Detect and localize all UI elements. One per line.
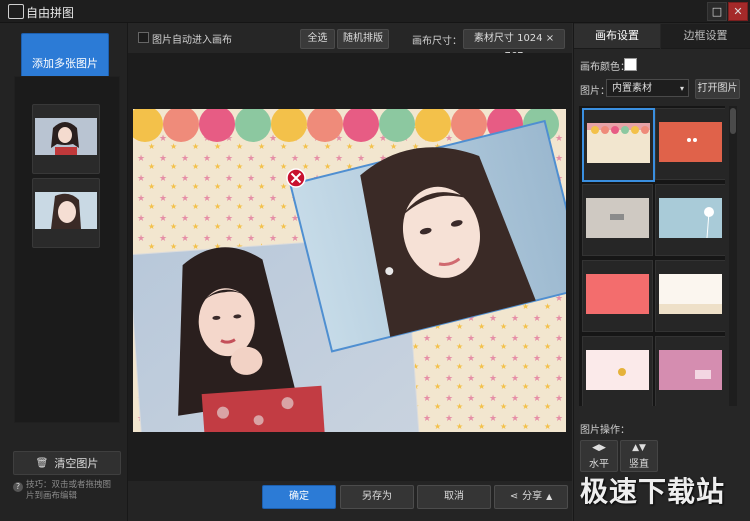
bg-thumb-8[interactable] bbox=[655, 336, 725, 406]
bg-thumb-2[interactable] bbox=[655, 108, 725, 180]
window-title: 自由拼图 bbox=[26, 6, 75, 20]
image-ops-label: 图片操作： bbox=[580, 425, 630, 436]
share-button[interactable]: ⋖ 分享 ▲ bbox=[494, 485, 568, 509]
flip-horizontal-label: 水平 bbox=[589, 459, 609, 470]
thumbnail-2[interactable] bbox=[32, 178, 100, 248]
thumbnail-list bbox=[14, 76, 120, 423]
bg-preview-4 bbox=[659, 198, 722, 238]
app-icon bbox=[8, 4, 24, 19]
bg-thumb-6[interactable] bbox=[655, 260, 725, 332]
bg-thumb-3[interactable] bbox=[582, 184, 653, 256]
bg-preview-6 bbox=[659, 274, 722, 314]
select-all-button[interactable]: 全选 bbox=[300, 29, 335, 49]
bg-thumb-7[interactable] bbox=[582, 336, 653, 406]
auto-enter-checkbox[interactable] bbox=[138, 32, 149, 43]
image-source-value: 内置素材 bbox=[612, 83, 652, 94]
bg-preview-7 bbox=[586, 350, 649, 390]
site-watermark: 极速下载站 bbox=[580, 475, 726, 508]
tip-line-1: 技巧：双击或者拖拽图 bbox=[26, 480, 112, 490]
bg-thumb-5[interactable] bbox=[582, 260, 653, 332]
clear-images-button[interactable]: 🗑 清空图片 bbox=[13, 451, 121, 475]
tip-text: 技巧：双击或者拖拽图 片到画布编辑 bbox=[26, 480, 126, 502]
share-label: 分享 bbox=[522, 491, 543, 502]
flip-vertical-icon: ▲▼ bbox=[632, 443, 646, 453]
ok-button[interactable]: 确定 bbox=[262, 485, 336, 509]
save-as-button[interactable]: 另存为 bbox=[340, 485, 414, 509]
thumbnail-1[interactable] bbox=[32, 104, 100, 174]
image-source-select[interactable]: 内置素材 ▾ bbox=[606, 79, 689, 97]
collage-artwork: ★ ★ bbox=[133, 109, 566, 432]
share-icon: ⋖ bbox=[509, 491, 519, 502]
background-thumbnail-grid bbox=[579, 106, 725, 406]
tab-canvas-settings[interactable]: 画布设置 bbox=[574, 24, 660, 49]
scrollbar-thumb[interactable] bbox=[730, 108, 736, 134]
canvas-color-swatch[interactable] bbox=[624, 58, 637, 71]
tab-border-settings[interactable]: 边框设置 bbox=[661, 24, 750, 49]
photo-thumbnail-1 bbox=[35, 118, 97, 155]
open-image-button[interactable]: 打开图片 bbox=[695, 79, 740, 99]
bg-thumb-4[interactable] bbox=[655, 184, 725, 256]
canvas-size-label: 画布尺寸： bbox=[412, 36, 462, 47]
bg-preview-2 bbox=[659, 122, 722, 162]
caret-up-icon: ▲ bbox=[546, 492, 553, 501]
close-button[interactable]: ✕ bbox=[728, 2, 748, 21]
trash-icon: 🗑 bbox=[35, 457, 49, 469]
photo-thumbnail-2 bbox=[35, 192, 97, 229]
flip-vertical-button[interactable]: ▲▼ 竖直 bbox=[620, 440, 658, 472]
cancel-button[interactable]: 取消 bbox=[417, 485, 491, 509]
random-layout-button[interactable]: 随机排版 bbox=[337, 29, 389, 49]
auto-enter-label: 图片自动进入画布 bbox=[152, 35, 232, 46]
canvas-color-label: 画布颜色： bbox=[580, 62, 630, 73]
dropdown-arrow-icon: ▾ bbox=[679, 84, 684, 93]
maximize-button[interactable]: □ bbox=[707, 2, 727, 21]
flip-vertical-label: 竖直 bbox=[629, 459, 649, 470]
bg-preview-3 bbox=[586, 198, 649, 238]
bg-preview-5 bbox=[586, 274, 649, 314]
canvas-size-select[interactable]: 素材尺寸 1024 × 767 bbox=[463, 29, 565, 62]
delete-photo-icon[interactable] bbox=[286, 168, 306, 188]
collage-canvas[interactable]: ★ ★ bbox=[133, 109, 566, 432]
bg-preview-8 bbox=[659, 350, 722, 390]
flip-horizontal-button[interactable]: ◀▶ 水平 bbox=[580, 440, 618, 472]
flip-horizontal-icon: ◀▶ bbox=[592, 443, 606, 453]
bg-thumb-1[interactable] bbox=[582, 108, 655, 182]
clear-images-label: 清空图片 bbox=[54, 457, 99, 470]
tip-line-2: 片到画布编辑 bbox=[26, 491, 78, 501]
thumbnail-scrollbar[interactable] bbox=[729, 106, 737, 406]
help-icon: ? bbox=[13, 482, 23, 492]
title-bar: 自由拼图 □ ✕ bbox=[0, 0, 750, 23]
bg-preview-1 bbox=[587, 123, 650, 163]
